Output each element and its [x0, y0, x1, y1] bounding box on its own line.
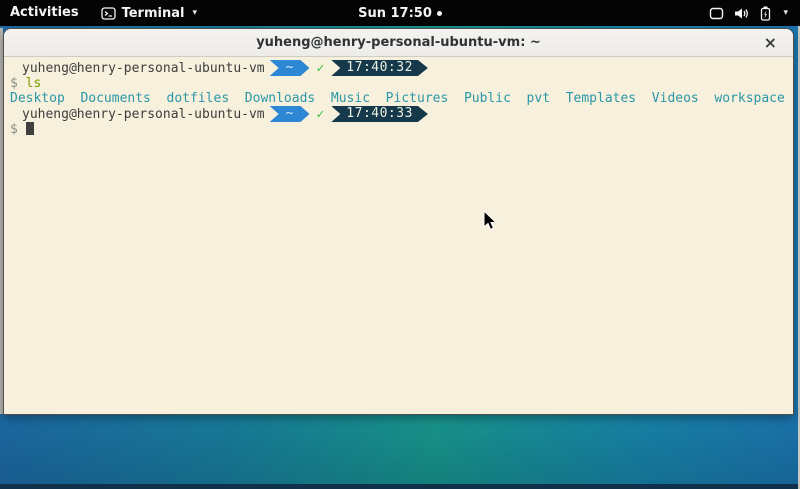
terminal-app-icon — [101, 7, 116, 20]
volume-icon — [734, 7, 750, 20]
activities-button[interactable]: Activities — [0, 0, 89, 26]
typed-command: ls — [26, 76, 42, 91]
terminal-window: yuheng@henry-personal-ubuntu-vm: ~ × yuh… — [3, 28, 794, 415]
prompt-line: yuheng@henry-personal-ubuntu-vm ~ ✓ 17:4… — [10, 60, 787, 76]
window-titlebar[interactable]: yuheng@henry-personal-ubuntu-vm: ~ × — [4, 29, 793, 57]
battery-charging-icon — [760, 6, 771, 21]
prompt-status-check-icon: ✓ — [316, 107, 324, 122]
close-icon[interactable]: × — [764, 29, 777, 56]
desktop-bottom-strip — [0, 484, 800, 489]
prompt-char: $ — [10, 76, 18, 91]
prompt-time-segment: 17:40:33 — [331, 106, 428, 122]
chevron-down-icon: ▾ — [192, 8, 197, 18]
prompt-line: yuheng@henry-personal-ubuntu-vm ~ ✓ 17:4… — [10, 106, 787, 122]
prompt-user-host: yuheng@henry-personal-ubuntu-vm — [22, 107, 265, 122]
chevron-down-icon: ▾ — [783, 8, 788, 18]
app-menu-label: Terminal — [122, 6, 185, 21]
top-bar: Activities Terminal ▾ Sun 17:50 — [0, 0, 800, 26]
prompt-time-segment: 17:40:32 — [331, 60, 428, 76]
ls-output: Desktop Documents dotfiles Downloads Mus… — [10, 91, 787, 106]
terminal-screen[interactable]: yuheng@henry-personal-ubuntu-vm ~ ✓ 17:4… — [4, 57, 793, 414]
clock[interactable]: Sun 17:50 — [358, 6, 432, 21]
notification-dot-icon — [437, 11, 442, 16]
prompt-status-check-icon: ✓ — [316, 61, 324, 76]
prompt-char: $ — [10, 122, 18, 137]
empty-prompt-line: $ — [10, 122, 787, 137]
terminal-block-cursor — [26, 122, 34, 135]
prompt-user-host: yuheng@henry-personal-ubuntu-vm — [22, 61, 265, 76]
system-status-menu[interactable]: ▾ — [703, 0, 794, 26]
prompt-cwd-segment: ~ — [270, 106, 310, 122]
display-icon — [709, 7, 724, 20]
window-title: yuheng@henry-personal-ubuntu-vm: ~ — [256, 35, 541, 50]
prompt-cwd-segment: ~ — [270, 60, 310, 76]
app-menu-terminal[interactable]: Terminal ▾ — [93, 6, 205, 21]
command-line: $ ls — [10, 76, 787, 91]
